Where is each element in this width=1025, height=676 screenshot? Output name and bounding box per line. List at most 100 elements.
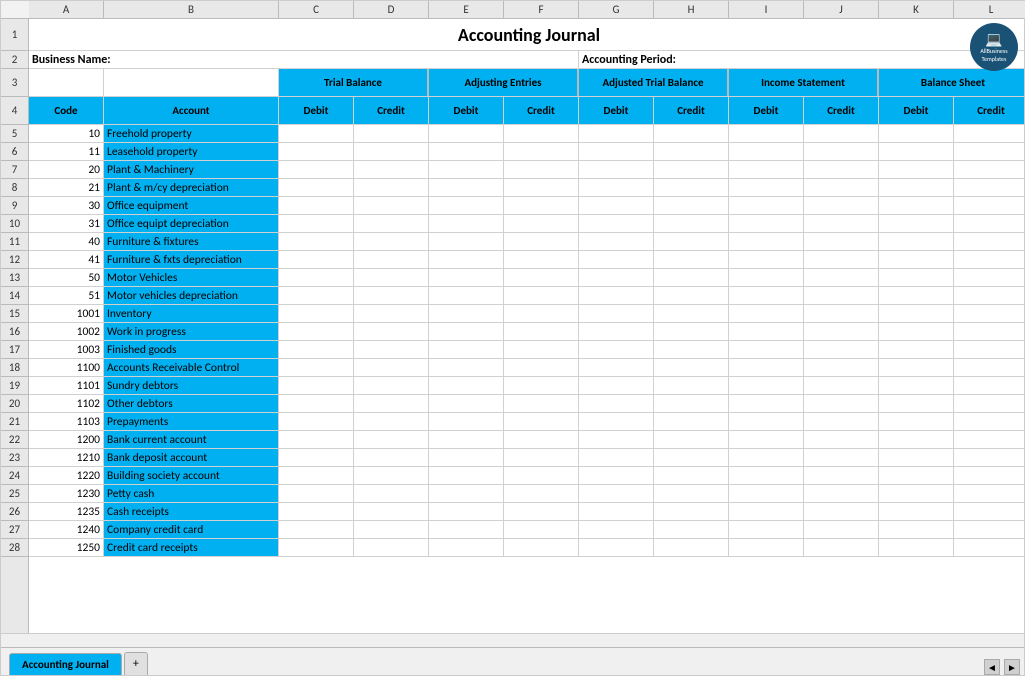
data-cell-9[interactable] (954, 521, 1024, 538)
data-cell-8[interactable] (879, 377, 954, 394)
data-cell-2[interactable] (429, 377, 504, 394)
data-cell-1[interactable] (354, 143, 429, 160)
data-cell-7[interactable] (804, 287, 879, 304)
data-cell-8[interactable] (879, 395, 954, 412)
data-cell-9[interactable] (954, 431, 1024, 448)
add-sheet-button[interactable]: + (124, 652, 148, 675)
data-cell-8[interactable] (879, 197, 954, 214)
account-cell[interactable]: Leasehold property (104, 143, 279, 160)
data-cell-5[interactable] (654, 521, 729, 538)
code-cell[interactable]: 1102 (29, 395, 104, 412)
income-statement-header[interactable]: Income Statement (729, 69, 879, 96)
data-cell-8[interactable] (879, 359, 954, 376)
sub-header-8[interactable]: Debit (879, 97, 954, 124)
data-cell-7[interactable] (804, 359, 879, 376)
data-cell-8[interactable] (879, 179, 954, 196)
data-cell-2[interactable] (429, 539, 504, 556)
code-cell[interactable]: 1001 (29, 305, 104, 322)
data-cell-3[interactable] (504, 503, 579, 520)
account-cell[interactable]: Bank deposit account (104, 449, 279, 466)
data-cell-7[interactable] (804, 467, 879, 484)
data-cell-6[interactable] (729, 539, 804, 556)
account-sub-header[interactable]: Account (104, 97, 279, 124)
data-cell-3[interactable] (504, 215, 579, 232)
data-cell-2[interactable] (429, 485, 504, 502)
data-cell-6[interactable] (729, 179, 804, 196)
code-cell[interactable]: 30 (29, 197, 104, 214)
data-cell-2[interactable] (429, 341, 504, 358)
data-cell-0[interactable] (279, 431, 354, 448)
account-cell[interactable]: Company credit card (104, 521, 279, 538)
data-cell-2[interactable] (429, 269, 504, 286)
account-cell[interactable]: Other debtors (104, 395, 279, 412)
account-cell[interactable]: Freehold property (104, 125, 279, 142)
data-cell-8[interactable] (879, 413, 954, 430)
data-cell-2[interactable] (429, 215, 504, 232)
data-cell-1[interactable] (354, 539, 429, 556)
data-cell-6[interactable] (729, 467, 804, 484)
code-cell[interactable]: 1230 (29, 485, 104, 502)
data-cell-9[interactable] (954, 269, 1024, 286)
code-cell[interactable]: 1235 (29, 503, 104, 520)
data-cell-5[interactable] (654, 485, 729, 502)
data-cell-8[interactable] (879, 503, 954, 520)
data-cell-2[interactable] (429, 323, 504, 340)
data-cell-0[interactable] (279, 161, 354, 178)
data-cell-5[interactable] (654, 377, 729, 394)
data-cell-8[interactable] (879, 323, 954, 340)
code-cell[interactable]: 1240 (29, 521, 104, 538)
data-cell-9[interactable] (954, 125, 1024, 142)
data-cell-6[interactable] (729, 449, 804, 466)
trial-balance-header[interactable]: Trial Balance (279, 69, 429, 96)
data-cell-1[interactable] (354, 485, 429, 502)
col-header-d[interactable]: D (354, 1, 429, 18)
code-cell[interactable]: 1100 (29, 359, 104, 376)
data-cell-4[interactable] (579, 395, 654, 412)
data-cell-5[interactable] (654, 323, 729, 340)
data-cell-5[interactable] (654, 503, 729, 520)
scroll-right-button[interactable]: ► (1004, 659, 1020, 675)
data-cell-9[interactable] (954, 377, 1024, 394)
sub-header-1[interactable]: Credit (354, 97, 429, 124)
data-cell-8[interactable] (879, 269, 954, 286)
data-cell-5[interactable] (654, 341, 729, 358)
code-cell[interactable]: 21 (29, 179, 104, 196)
data-cell-6[interactable] (729, 125, 804, 142)
data-cell-3[interactable] (504, 233, 579, 250)
data-cell-8[interactable] (879, 449, 954, 466)
code-cell[interactable]: 1250 (29, 539, 104, 556)
code-cell[interactable]: 51 (29, 287, 104, 304)
data-cell-4[interactable] (579, 467, 654, 484)
data-cell-0[interactable] (279, 413, 354, 430)
data-cell-1[interactable] (354, 431, 429, 448)
data-cell-8[interactable] (879, 305, 954, 322)
data-cell-2[interactable] (429, 521, 504, 538)
code-cell[interactable]: 31 (29, 215, 104, 232)
data-cell-4[interactable] (579, 359, 654, 376)
sub-header-6[interactable]: Debit (729, 97, 804, 124)
data-cell-6[interactable] (729, 503, 804, 520)
data-cell-6[interactable] (729, 269, 804, 286)
data-cell-9[interactable] (954, 539, 1024, 556)
data-cell-1[interactable] (354, 197, 429, 214)
data-cell-1[interactable] (354, 161, 429, 178)
data-cell-8[interactable] (879, 125, 954, 142)
code-cell[interactable]: 1101 (29, 377, 104, 394)
data-cell-4[interactable] (579, 161, 654, 178)
data-cell-9[interactable] (954, 413, 1024, 430)
data-cell-1[interactable] (354, 125, 429, 142)
data-cell-5[interactable] (654, 269, 729, 286)
data-cell-8[interactable] (879, 251, 954, 268)
account-cell[interactable]: Plant & Machinery (104, 161, 279, 178)
account-cell[interactable]: Motor Vehicles (104, 269, 279, 286)
data-cell-1[interactable] (354, 341, 429, 358)
data-cell-4[interactable] (579, 125, 654, 142)
code-cell[interactable]: 11 (29, 143, 104, 160)
data-cell-1[interactable] (354, 269, 429, 286)
data-cell-2[interactable] (429, 179, 504, 196)
data-cell-3[interactable] (504, 251, 579, 268)
data-cell-7[interactable] (804, 395, 879, 412)
data-cell-7[interactable] (804, 161, 879, 178)
adjusted-trial-balance-header[interactable]: Adjusted Trial Balance (579, 69, 729, 96)
data-cell-0[interactable] (279, 503, 354, 520)
